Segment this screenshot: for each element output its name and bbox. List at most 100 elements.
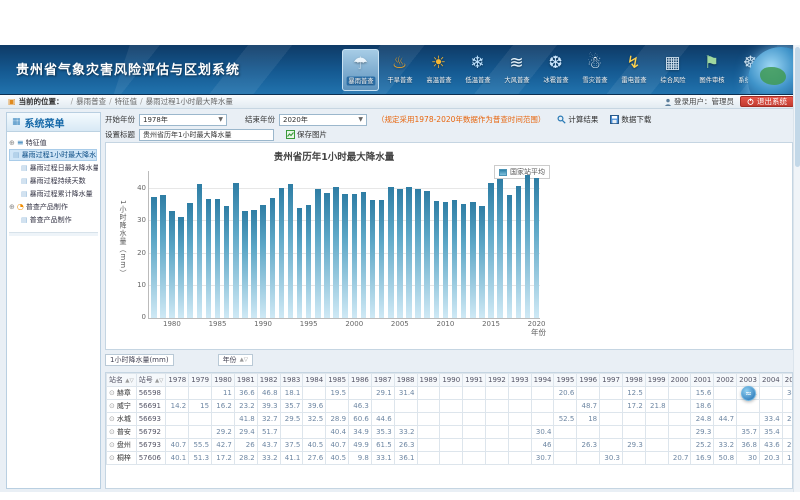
tree-item[interactable]: ▤暴雨过程1小时最大降水量 xyxy=(9,149,97,161)
bar-1997[interactable] xyxy=(324,193,330,318)
station-name[interactable]: ⊙水城 xyxy=(107,413,137,426)
tree-item[interactable]: ▤普查产品制作 xyxy=(9,213,98,226)
bar-2016[interactable] xyxy=(497,179,503,318)
bar-1982[interactable] xyxy=(187,203,193,319)
station-name[interactable]: ⊙桐梓 xyxy=(107,452,137,465)
nav-low-temp-survey[interactable]: ❄低温普查 xyxy=(459,49,496,91)
bar-1978[interactable] xyxy=(151,197,157,318)
nav-hail-survey[interactable]: ❆冰雹普查 xyxy=(537,49,574,91)
col-year-1993[interactable]: 1993 xyxy=(508,374,531,387)
bar-1984[interactable] xyxy=(206,199,212,318)
col-year-2002[interactable]: 2002 xyxy=(714,374,737,387)
filter-chip-precip[interactable]: 1小时降水量(mm) xyxy=(105,354,174,366)
col-year-2004[interactable]: 2004 xyxy=(759,374,782,387)
row-expand-icon[interactable]: ⊙ xyxy=(109,441,115,449)
nav-rainstorm-survey[interactable]: ☂暴雨普查 xyxy=(342,49,379,91)
col-year-1981[interactable]: 1981 xyxy=(234,374,257,387)
col-year-1984[interactable]: 1984 xyxy=(303,374,326,387)
col-year-1996[interactable]: 1996 xyxy=(577,374,600,387)
col-year-2001[interactable]: 2001 xyxy=(691,374,714,387)
bar-1979[interactable] xyxy=(160,195,166,318)
col-year-1983[interactable]: 1983 xyxy=(280,374,303,387)
nav-map-review[interactable]: ⚑图件审核 xyxy=(693,49,730,91)
vertical-scrollbar[interactable] xyxy=(793,45,800,492)
bar-1985[interactable] xyxy=(215,199,221,318)
station-name[interactable]: ⊙赫章 xyxy=(107,387,137,400)
bar-1994[interactable] xyxy=(297,208,303,318)
breadcrumb-link[interactable]: 暴雨普查 xyxy=(76,97,106,106)
tree-group-1[interactable]: ⊕◔普查产品制作 xyxy=(9,200,98,213)
tree-item[interactable]: ▤暴雨过程日最大降水量 xyxy=(9,161,98,174)
bar-1983[interactable] xyxy=(197,184,203,318)
station-name[interactable]: ⊙普安 xyxy=(107,426,137,439)
bar-2018[interactable] xyxy=(516,186,522,318)
col-year-1988[interactable]: 1988 xyxy=(394,374,417,387)
bar-2002[interactable] xyxy=(370,200,376,318)
col-year-1998[interactable]: 1998 xyxy=(622,374,645,387)
bar-1992[interactable] xyxy=(279,188,285,318)
data-download-button[interactable]: 数据下载 xyxy=(610,114,651,125)
bar-2009[interactable] xyxy=(434,201,440,318)
bar-2015[interactable] xyxy=(488,183,494,318)
bar-2000[interactable] xyxy=(352,194,358,318)
bar-1993[interactable] xyxy=(288,184,294,318)
col-year-1994[interactable]: 1994 xyxy=(531,374,554,387)
start-year-select[interactable]: 1978年▼ xyxy=(139,114,227,126)
bar-1988[interactable] xyxy=(242,211,248,318)
chart-title-input[interactable]: 贵州省历年1小时最大降水量 xyxy=(139,129,274,141)
filter-chip-year[interactable]: 年份 ▲▽ xyxy=(218,354,253,366)
col-year-1991[interactable]: 1991 xyxy=(463,374,486,387)
col-year-1990[interactable]: 1990 xyxy=(440,374,463,387)
bar-1981[interactable] xyxy=(178,217,184,318)
col-year-1986[interactable]: 1986 xyxy=(349,374,372,387)
bar-2012[interactable] xyxy=(461,204,467,318)
bar-1989[interactable] xyxy=(251,210,257,318)
bar-1987[interactable] xyxy=(233,183,239,318)
bar-1995[interactable] xyxy=(306,205,312,318)
breadcrumb-link[interactable]: 暴雨过程1小时最大降水量 xyxy=(146,97,233,106)
bar-2005[interactable] xyxy=(397,189,403,318)
bar-2013[interactable] xyxy=(470,202,476,318)
bar-1998[interactable] xyxy=(333,187,339,318)
bar-1996[interactable] xyxy=(315,189,321,318)
bar-1991[interactable] xyxy=(270,198,276,318)
bar-2003[interactable] xyxy=(379,200,385,318)
bar-1999[interactable] xyxy=(342,194,348,318)
bar-2010[interactable] xyxy=(443,202,449,318)
bar-2006[interactable] xyxy=(406,187,412,318)
col-year-1989[interactable]: 1989 xyxy=(417,374,440,387)
bar-2004[interactable] xyxy=(388,187,394,318)
breadcrumb-link[interactable]: 特征值 xyxy=(115,97,138,106)
col-year-2005[interactable]: 2005 xyxy=(782,374,793,387)
expand-icon[interactable]: ⊕ xyxy=(9,139,15,147)
nav-drought-survey[interactable]: ♨干旱普查 xyxy=(381,49,418,91)
col-year-1995[interactable]: 1995 xyxy=(554,374,577,387)
col-year-2000[interactable]: 2000 xyxy=(668,374,691,387)
scrollbar-thumb[interactable] xyxy=(795,47,800,167)
bar-2007[interactable] xyxy=(415,189,421,318)
bar-2014[interactable] xyxy=(479,206,485,318)
tree-item[interactable]: ▤暴雨过程持续天数 xyxy=(9,174,98,187)
col-year-1980[interactable]: 1980 xyxy=(212,374,235,387)
col-year-1999[interactable]: 1999 xyxy=(645,374,668,387)
bar-2001[interactable] xyxy=(361,192,367,318)
bar-1990[interactable] xyxy=(260,205,266,318)
col-year-1997[interactable]: 1997 xyxy=(600,374,623,387)
logout-button[interactable]: 退出系统 xyxy=(740,96,794,107)
col-year-2003[interactable]: 2003 xyxy=(737,374,760,387)
bar-2011[interactable] xyxy=(452,200,458,318)
bar-1986[interactable] xyxy=(224,206,230,318)
expand-icon[interactable]: ⊕ xyxy=(9,203,15,211)
save-image-button[interactable]: 保存图片 xyxy=(286,129,327,140)
col-year-1982[interactable]: 1982 xyxy=(257,374,280,387)
nav-snow-survey[interactable]: ☃雪灾普查 xyxy=(576,49,613,91)
col-station-name[interactable]: 站名 ▲▽ xyxy=(107,374,137,387)
bar-2008[interactable] xyxy=(424,191,430,318)
col-year-1992[interactable]: 1992 xyxy=(486,374,509,387)
bar-2017[interactable] xyxy=(507,195,513,318)
col-station-id[interactable]: 站号 ▲▽ xyxy=(136,374,166,387)
col-year-1987[interactable]: 1987 xyxy=(371,374,394,387)
station-name[interactable]: ⊙盘州 xyxy=(107,439,137,452)
nav-high-temp-survey[interactable]: ☀高温普查 xyxy=(420,49,457,91)
col-year-1978[interactable]: 1978 xyxy=(166,374,189,387)
